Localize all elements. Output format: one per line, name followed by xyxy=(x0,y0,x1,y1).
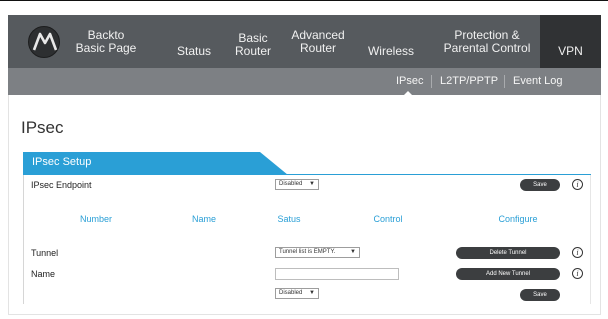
section-header-rule xyxy=(23,174,591,175)
column-header-status: Satus xyxy=(277,214,301,224)
tunnel-state-select[interactable]: Disabled ▼ xyxy=(275,288,319,299)
top-border xyxy=(0,0,608,1)
tunnel-name-input[interactable] xyxy=(275,268,399,280)
subnav-divider xyxy=(431,75,432,88)
subnav-divider xyxy=(504,75,505,88)
page-title: IPsec xyxy=(21,118,64,137)
tunnel-select[interactable]: Tunnel list is EMPTY. ▼ xyxy=(275,247,360,258)
info-icon[interactable]: i xyxy=(572,268,583,279)
motorola-logo[interactable] xyxy=(28,26,60,58)
subnav-l2tp-pptp[interactable]: L2TP/PPTP xyxy=(440,68,498,95)
nav-vpn[interactable]: VPN xyxy=(540,15,601,68)
main-navigation: Backto Basic Page Status Basic Router Ad… xyxy=(8,15,601,68)
sub-navigation: IPsec L2TP/PPTP Event Log xyxy=(8,68,601,95)
delete-tunnel-button[interactable]: Delete Tunnel xyxy=(456,247,560,259)
column-header-name: Name xyxy=(191,214,216,224)
tunnel-label: Tunnel xyxy=(31,248,59,258)
motorola-m-icon xyxy=(32,32,58,51)
tunnel-save-button[interactable]: Save xyxy=(520,289,560,301)
nav-protection-parental-control[interactable]: Protection & Parental Control xyxy=(436,15,538,68)
endpoint-save-button[interactable]: Save xyxy=(520,179,560,191)
name-label: Name xyxy=(31,269,56,279)
tunnel-select-value: Tunnel list is EMPTY. xyxy=(279,249,336,255)
info-icon[interactable]: i xyxy=(572,247,583,258)
nav-status[interactable]: Status xyxy=(168,15,220,68)
info-icon[interactable]: i xyxy=(572,179,583,190)
nav-wireless[interactable]: Wireless xyxy=(362,15,420,68)
nav-advanced-router[interactable]: Advanced Router xyxy=(286,15,350,68)
add-new-tunnel-button[interactable]: Add New Tunnel xyxy=(456,268,560,280)
nav-basic-router[interactable]: Basic Router xyxy=(228,15,278,68)
section-header: IPsec Setup xyxy=(23,152,288,175)
nav-back-to-basic-page[interactable]: Backto Basic Page xyxy=(70,15,142,68)
ipsec-endpoint-select[interactable]: Disabled ▼ xyxy=(275,179,319,190)
dropdown-arrow-icon: ▼ xyxy=(309,290,315,296)
subnav-event-log[interactable]: Event Log xyxy=(513,68,563,95)
ipsec-endpoint-value: Disabled xyxy=(279,181,303,187)
ipsec-setup-section xyxy=(23,174,591,304)
dropdown-arrow-icon: ▼ xyxy=(309,181,315,187)
ipsec-endpoint-label: IPsec Endpoint xyxy=(31,180,92,190)
dropdown-arrow-icon: ▼ xyxy=(350,249,356,255)
column-header-configure: Configure xyxy=(498,214,538,224)
column-header-control: Control xyxy=(373,214,403,224)
tunnel-state-value: Disabled xyxy=(279,290,303,296)
column-header-number: Number xyxy=(79,214,112,224)
